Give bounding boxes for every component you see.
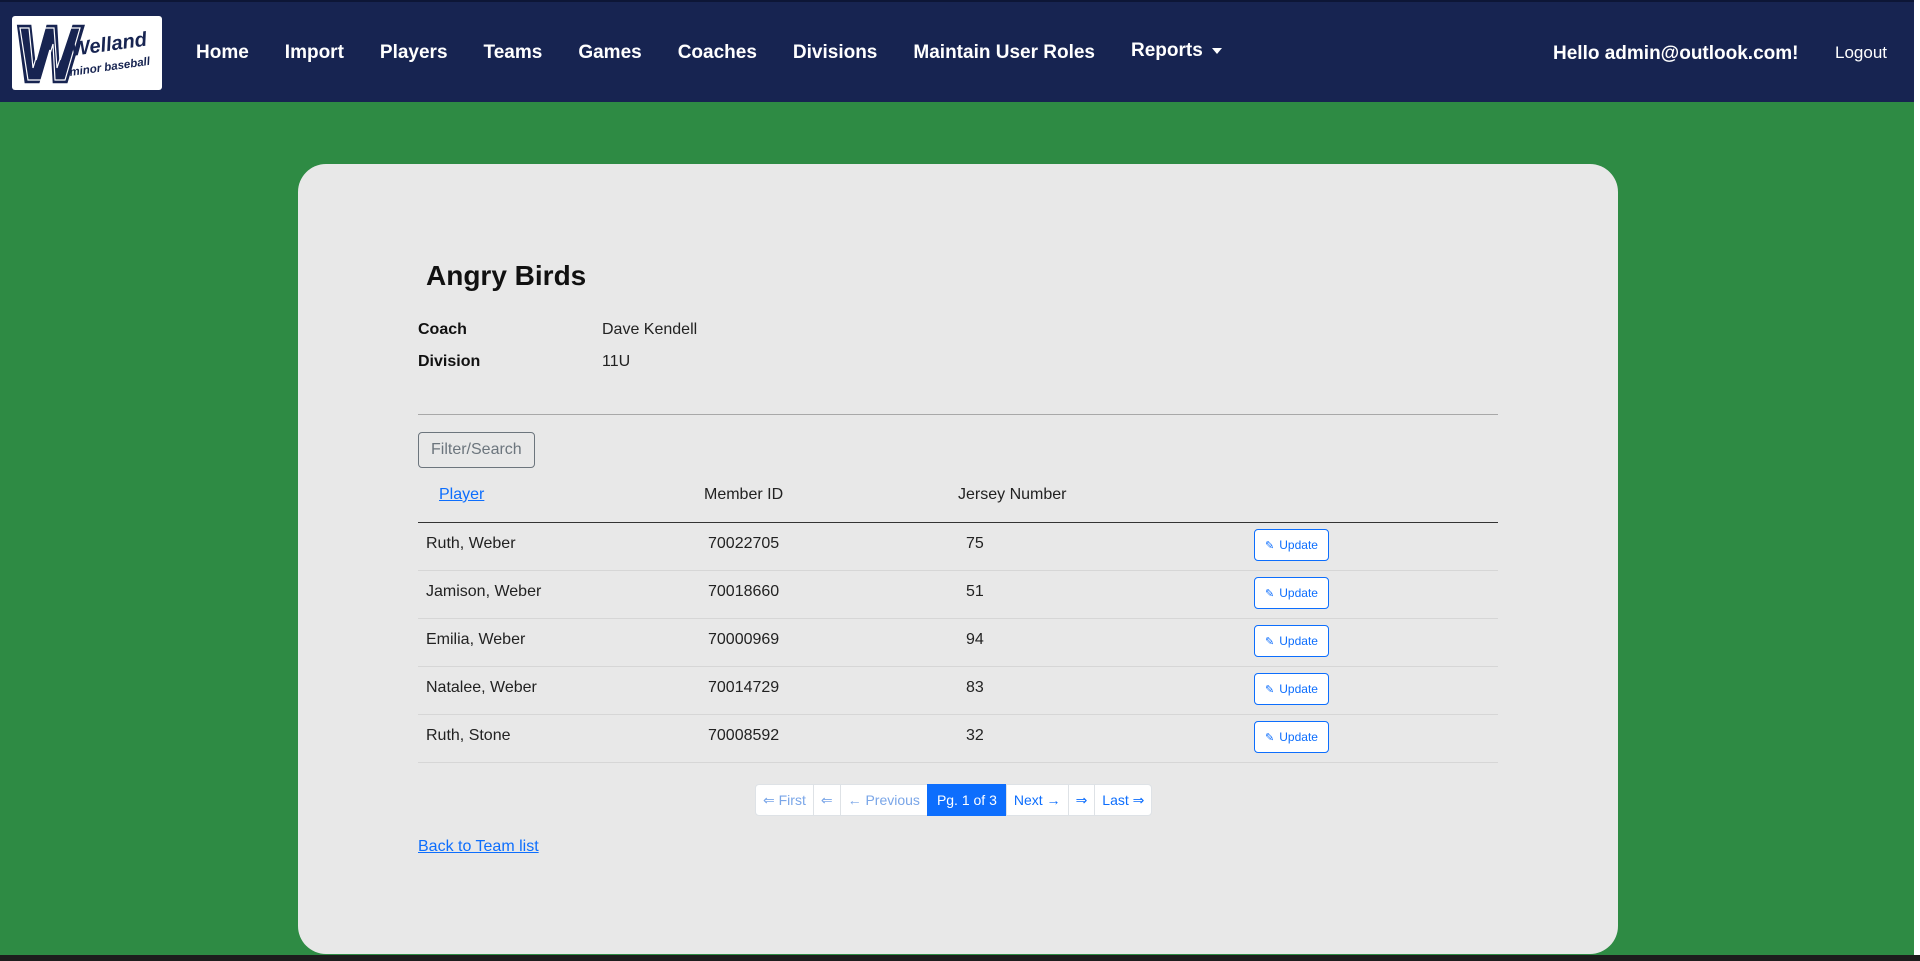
logout-link[interactable]: Logout [1835, 43, 1887, 63]
player-name: Ruth, Weber [426, 535, 516, 552]
column-header-player[interactable]: Player [439, 486, 484, 504]
update-button[interactable]: ✎ Update [1254, 721, 1329, 753]
window-bottom-edge [0, 955, 1920, 961]
table-row: Natalee, Weber 70014729 83 ✎ Update [418, 667, 1498, 715]
update-label: Update [1279, 634, 1318, 648]
update-label: Update [1279, 538, 1318, 552]
division-value: 11U [602, 353, 631, 370]
coach-label: Coach [418, 321, 467, 338]
pagination: ⇐ First ⇐ ← Previous Pg. 1 of 3 Next → ⇒… [755, 784, 1153, 816]
jersey-number: 51 [966, 583, 984, 600]
pager-current-page: Pg. 1 of 3 [926, 784, 1007, 816]
member-id: 70014729 [708, 679, 780, 696]
column-header-jersey-number: Jersey Number [958, 486, 1067, 503]
jersey-number: 83 [966, 679, 984, 696]
nav-reports-dropdown[interactable]: Reports [1131, 40, 1222, 62]
nav-coaches[interactable]: Coaches [678, 42, 757, 64]
welland-logo-graphic: Welland minor baseball [13, 17, 161, 89]
update-button[interactable]: ✎ Update [1254, 529, 1329, 561]
welland-logo[interactable]: Welland minor baseball [12, 16, 162, 90]
player-name: Natalee, Weber [426, 679, 537, 696]
window-edge [1914, 0, 1920, 961]
player-name: Ruth, Stone [426, 727, 511, 744]
member-id: 70018660 [708, 583, 780, 600]
pager-first-button[interactable]: ⇐ First [755, 784, 814, 816]
back-to-team-list-link[interactable]: Back to Team list [418, 838, 539, 856]
update-label: Update [1279, 730, 1318, 744]
coach-value: Dave Kendell [602, 321, 698, 338]
player-name: Jamison, Weber [426, 583, 542, 600]
pencil-icon: ✎ [1265, 731, 1275, 744]
nav-import[interactable]: Import [285, 42, 344, 64]
member-id: 70008592 [708, 727, 780, 744]
update-label: Update [1279, 586, 1318, 600]
update-button[interactable]: ✎ Update [1254, 577, 1329, 609]
top-navbar: Welland minor baseball Home Import Playe… [0, 0, 1914, 102]
nav-players[interactable]: Players [380, 42, 448, 64]
update-button[interactable]: ✎ Update [1254, 673, 1329, 705]
pager-next-arrow-button[interactable]: ⇒ [1067, 784, 1096, 816]
member-id: 70022705 [708, 535, 780, 552]
pager-prev-arrow-button[interactable]: ⇐ [812, 784, 841, 816]
table-row: Ruth, Stone 70008592 32 ✎ Update [418, 715, 1498, 763]
team-details-card: Angry Birds Coach Dave Kendell Division … [298, 164, 1618, 954]
column-header-member-id: Member ID [704, 486, 784, 503]
jersey-number: 75 [966, 535, 984, 552]
user-greeting: Hello admin@outlook.com! [1553, 43, 1799, 64]
nav-divisions[interactable]: Divisions [793, 42, 877, 64]
table-row: Ruth, Weber 70022705 75 ✎ Update [418, 523, 1498, 571]
nav-maintain-user-roles[interactable]: Maintain User Roles [913, 42, 1095, 64]
pencil-icon: ✎ [1265, 539, 1275, 552]
nav-teams[interactable]: Teams [484, 42, 543, 64]
nav-reports-label: Reports [1131, 40, 1203, 61]
division-label: Division [418, 353, 481, 370]
pager-previous-button[interactable]: ← Previous [839, 784, 928, 816]
pencil-icon: ✎ [1265, 635, 1275, 648]
pencil-icon: ✎ [1265, 587, 1275, 600]
caret-down-icon [1211, 48, 1222, 54]
page-title: Angry Birds [426, 260, 587, 291]
member-id: 70000969 [708, 631, 780, 648]
update-button[interactable]: ✎ Update [1254, 625, 1329, 657]
nav-games[interactable]: Games [578, 42, 641, 64]
jersey-number: 32 [966, 727, 984, 744]
player-name: Emilia, Weber [426, 631, 526, 648]
update-label: Update [1279, 682, 1318, 696]
nav-links: Home Import Players Teams Games Coaches … [196, 2, 1258, 104]
section-divider [418, 414, 1498, 415]
nav-home[interactable]: Home [196, 42, 249, 64]
filter-search-button[interactable]: Filter/Search [418, 432, 535, 468]
table-row: Emilia, Weber 70000969 94 ✎ Update [418, 619, 1498, 667]
pager-last-button[interactable]: Last ⇒ [1094, 784, 1153, 816]
table-row: Jamison, Weber 70018660 51 ✎ Update [418, 571, 1498, 619]
pencil-icon: ✎ [1265, 683, 1275, 696]
pager-next-button[interactable]: Next → [1005, 784, 1069, 816]
jersey-number: 94 [966, 631, 984, 648]
